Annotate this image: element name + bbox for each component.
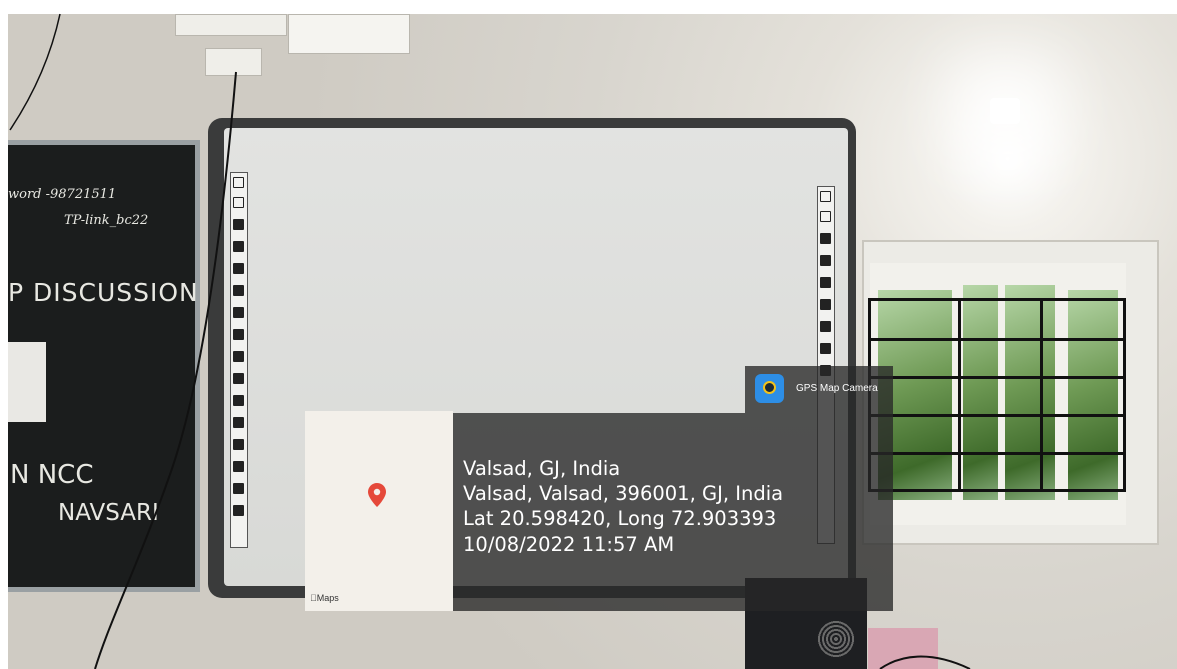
cable (879, 655, 971, 669)
app-name-label: GPS Map Camera (796, 383, 878, 394)
cable (9, 13, 61, 131)
address-line: Valsad, Valsad, 396001, GJ, India (463, 482, 784, 505)
location-pin-icon (368, 483, 386, 507)
mini-map (305, 411, 453, 611)
coordinates-line: Lat 20.598420, Long 72.903393 (463, 507, 777, 530)
apple-maps-logo: Maps (310, 593, 339, 603)
gps-map-camera-icon (755, 374, 784, 403)
photo-scene: word -98721511 TP-link_bc22 P DISCUSSION… (0, 0, 1177, 669)
maps-label: Maps (310, 593, 339, 603)
cable (94, 71, 237, 669)
datetime-line: 10/08/2022 11:57 AM (463, 533, 675, 556)
apple-logo-icon:  (310, 593, 317, 603)
location-title: Valsad, GJ, India (463, 457, 621, 480)
